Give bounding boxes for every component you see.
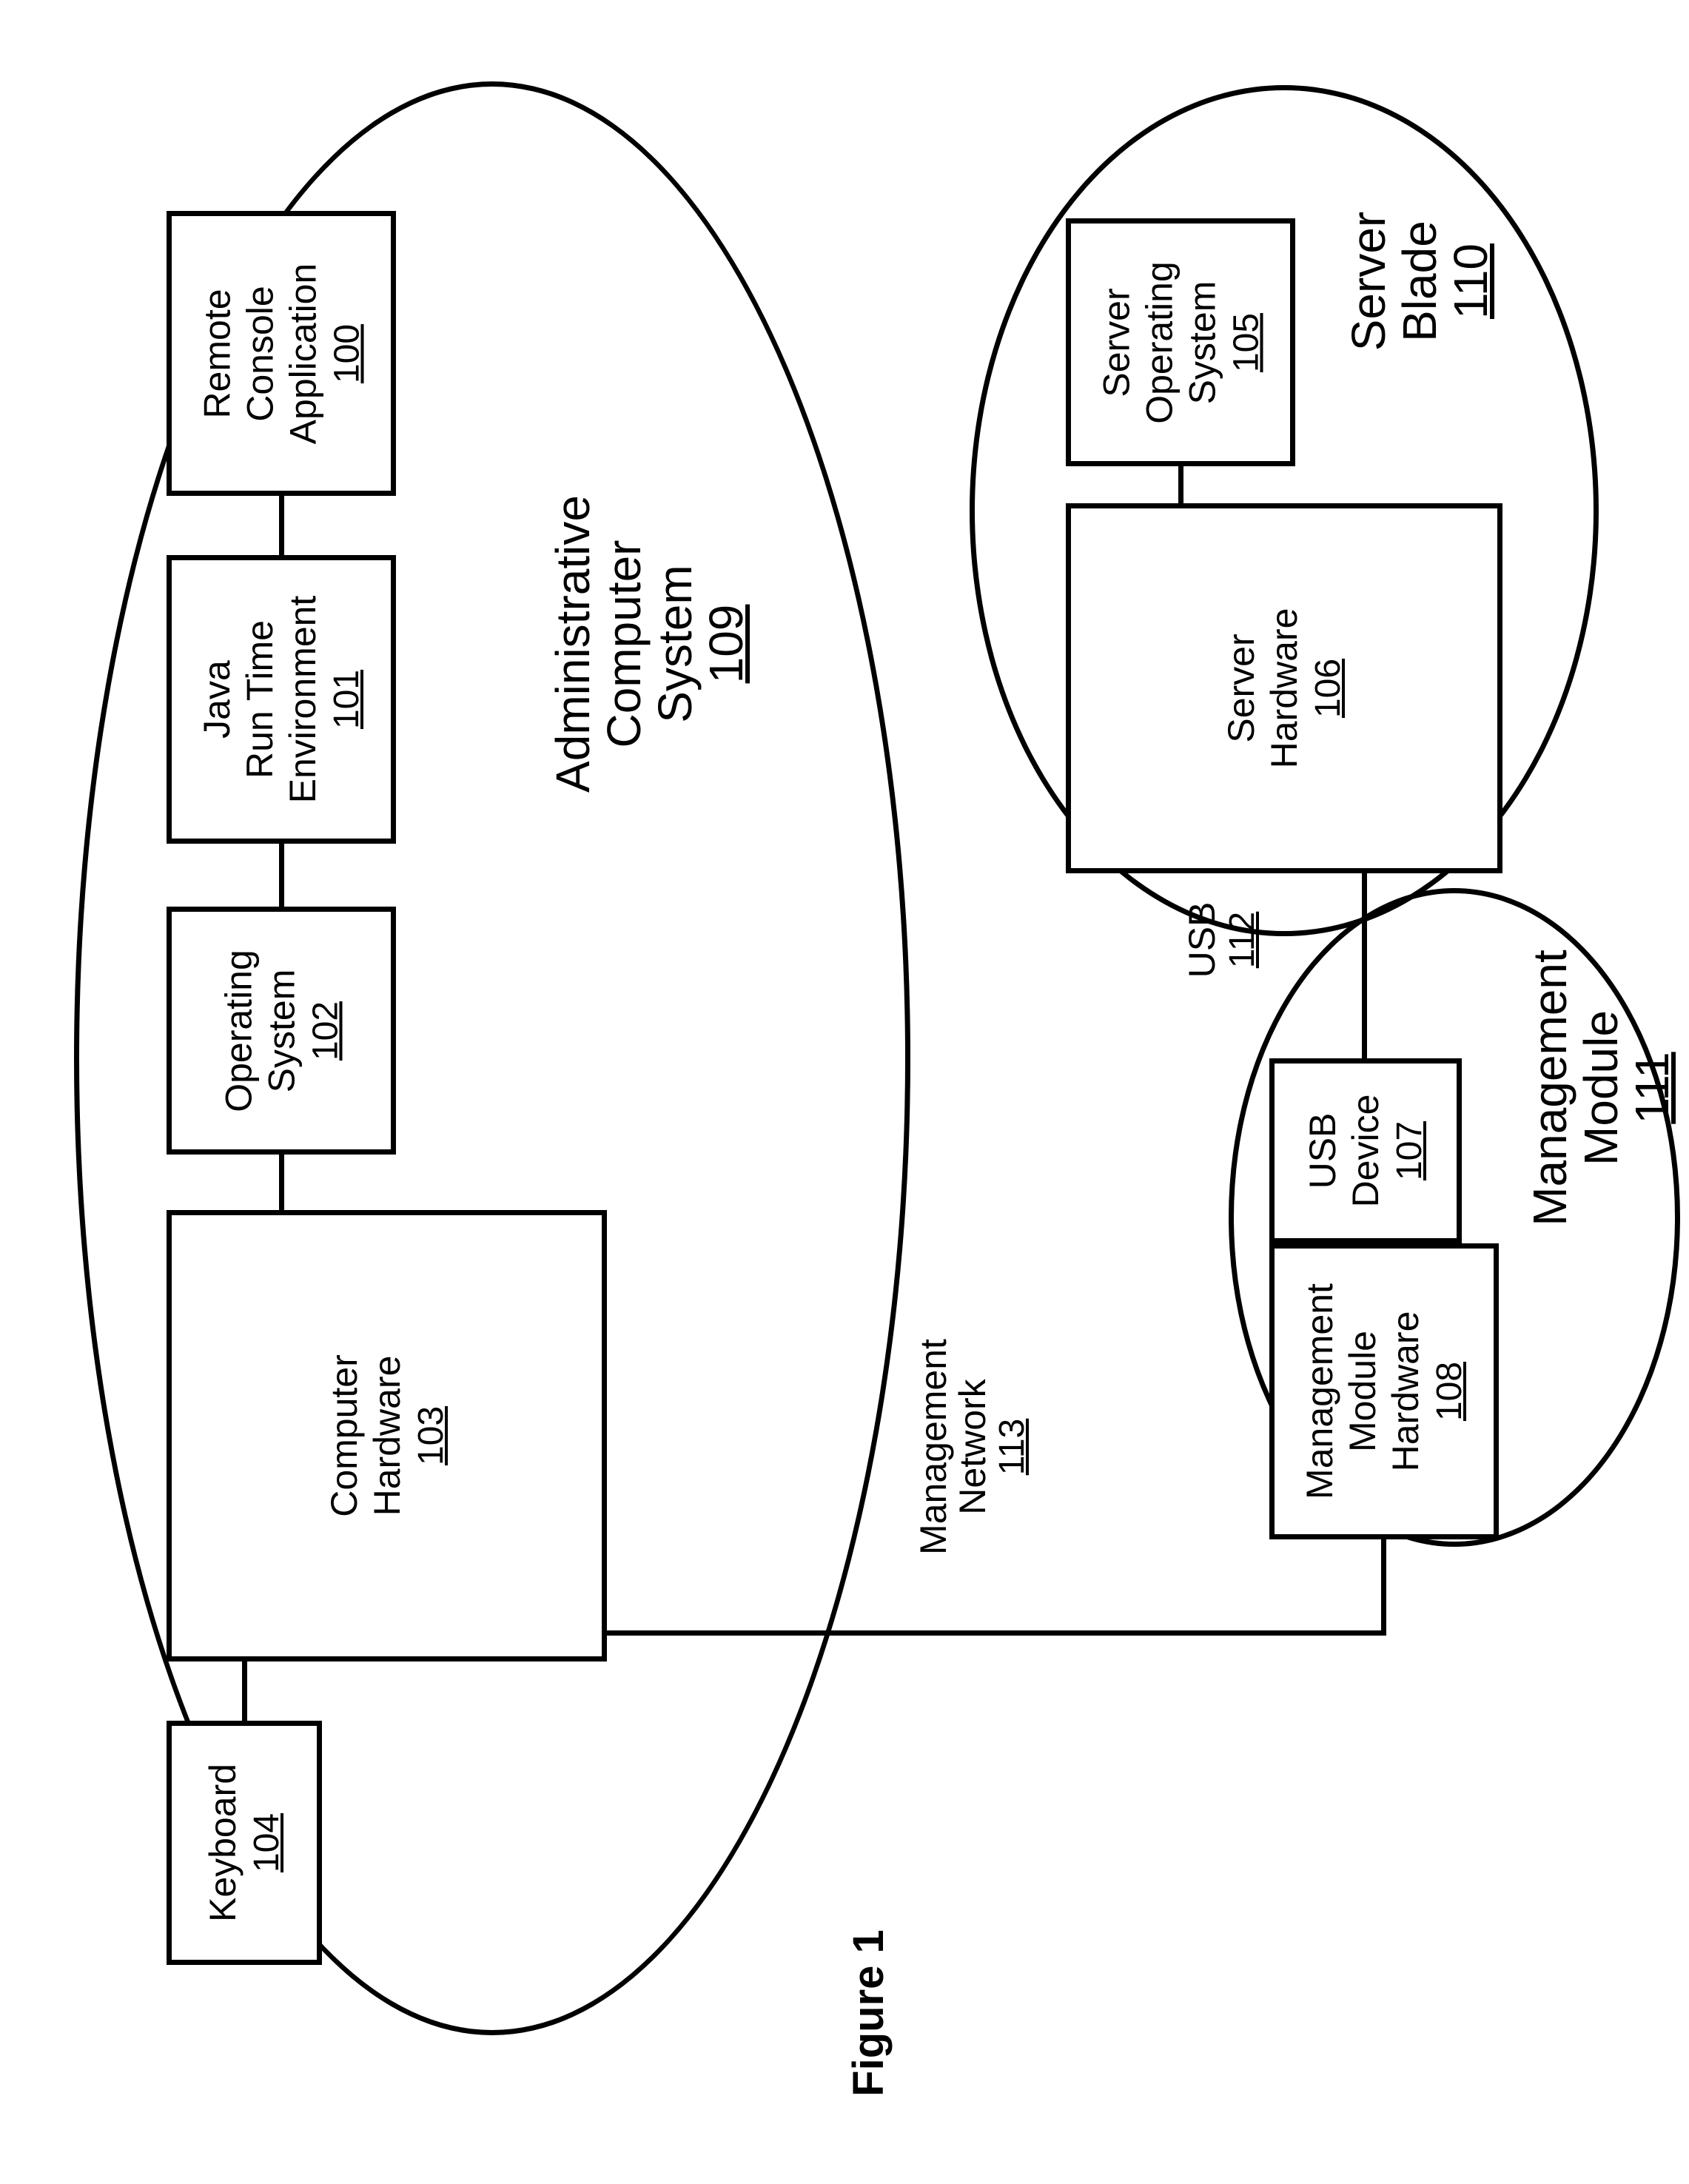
- usb-device-l2: Device: [1345, 1095, 1386, 1208]
- server-hw-box: Server Hardware 106: [1066, 503, 1502, 873]
- mgmtnet-label: Management Network 113: [914, 1299, 1040, 1595]
- remote-console-l2: Console: [239, 286, 281, 421]
- mm-hw-box: Management Module Hardware 108: [1269, 1243, 1499, 1539]
- server-os-l1: Server: [1095, 288, 1137, 397]
- server-os-l2: Operating: [1138, 261, 1180, 424]
- os-ref: 102: [306, 1001, 345, 1060]
- mm-hw-ref: 108: [1430, 1362, 1469, 1421]
- server-os-ref: 105: [1226, 312, 1266, 372]
- keyboard-l1: Keyboard: [202, 1764, 244, 1922]
- server-os-box: Server Operating System 105: [1066, 218, 1295, 466]
- mm-hw-l2: Module: [1342, 1331, 1383, 1452]
- jre-box: Java Run Time Environment 101: [167, 555, 396, 844]
- mgmt-module-title-l1: Management: [1523, 950, 1576, 1226]
- mgmtnet-l2: Network: [952, 1379, 993, 1514]
- figure-caption-text: Figure 1: [844, 1929, 893, 2097]
- mm-hw-l1: Management: [1299, 1283, 1340, 1499]
- figure-caption: Figure 1: [844, 1902, 903, 2124]
- mgmtnet-ref: 113: [993, 1419, 1032, 1476]
- mgmtnet-l1: Management: [913, 1339, 954, 1555]
- link-105-106: [1178, 466, 1183, 503]
- server-os-l3: System: [1181, 280, 1223, 404]
- link-100-101: [279, 496, 284, 555]
- comp-hw-l1: Computer: [323, 1354, 365, 1517]
- usb-device-ref: 107: [1390, 1121, 1429, 1180]
- usb-label: USB 112: [1183, 859, 1272, 1021]
- os-l2: System: [261, 969, 302, 1092]
- server-hw-ref: 106: [1309, 659, 1348, 718]
- remote-console-l3: Application: [282, 263, 323, 444]
- link-mgmtnet-h: [607, 1630, 1386, 1636]
- usb-device-l1: USB: [1302, 1113, 1343, 1189]
- os-l1: Operating: [218, 950, 259, 1112]
- mm-hw-l3: Hardware: [1385, 1311, 1426, 1472]
- link-usb-112: [1362, 873, 1367, 1058]
- usb-label-text: USB: [1181, 902, 1223, 978]
- server-blade-title-ref: 110: [1444, 243, 1497, 319]
- keyboard-box: Keyboard 104: [167, 1721, 322, 1965]
- server-hw-l1: Server: [1220, 634, 1262, 742]
- admin-title-l2: Computer: [597, 540, 651, 748]
- diagram-canvas: Administrative Computer System 109 Serve…: [0, 0, 1689, 2184]
- server-blade-title-l1: Server: [1342, 212, 1395, 352]
- server-blade-title-l2: Blade: [1393, 221, 1446, 342]
- link-102-103: [279, 1155, 284, 1210]
- mgmt-module-title: Management Module 111: [1525, 910, 1689, 1266]
- admin-title-l1: Administrative: [546, 495, 600, 793]
- link-101-102: [279, 844, 284, 907]
- jre-ref: 101: [327, 670, 366, 729]
- server-blade-title: Server Blade 110: [1343, 148, 1514, 414]
- admin-title-ref: 109: [699, 605, 753, 684]
- server-hw-l2: Hardware: [1263, 608, 1305, 769]
- mgmt-module-title-ref: 111: [1625, 1052, 1679, 1123]
- remote-console-ref: 100: [327, 323, 366, 383]
- jre-l1: Java: [196, 660, 238, 739]
- jre-l3: Environment: [282, 596, 323, 804]
- link-mgmtnet-v1: [1381, 1539, 1386, 1636]
- os-box: Operating System 102: [167, 907, 396, 1155]
- keyboard-ref: 104: [247, 1813, 286, 1872]
- remote-console-box: Remote Console Application 100: [167, 211, 396, 496]
- comp-hw-l2: Hardware: [366, 1356, 408, 1516]
- admin-title: Administrative Computer System 109: [548, 422, 770, 866]
- admin-title-l3: System: [648, 565, 702, 722]
- link-103-104: [242, 1661, 247, 1721]
- remote-console-l1: Remote: [196, 289, 238, 418]
- comp-hw-box: Computer Hardware 103: [167, 1210, 607, 1661]
- usb-label-ref: 112: [1223, 912, 1262, 969]
- mgmt-module-title-l2: Module: [1574, 1010, 1628, 1166]
- usb-device-box: USB Device 107: [1269, 1058, 1462, 1243]
- comp-hw-ref: 103: [412, 1406, 451, 1465]
- jre-l2: Run Time: [239, 620, 281, 779]
